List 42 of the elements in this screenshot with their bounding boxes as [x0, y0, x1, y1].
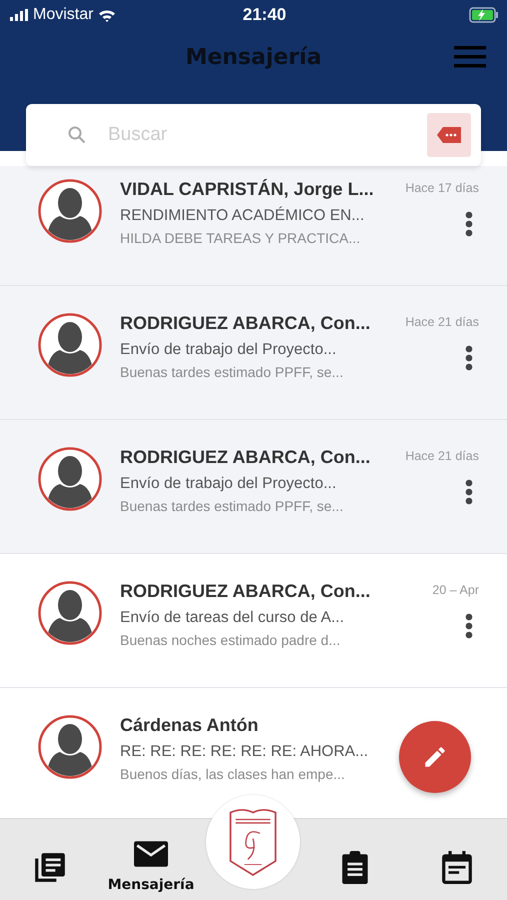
avatar-icon — [38, 313, 102, 377]
message-date: 20 – Apr — [432, 583, 479, 597]
wifi-icon — [98, 8, 116, 22]
message-subject: Envío de trabajo del Proyecto... — [120, 475, 338, 493]
avatar-icon — [38, 447, 102, 511]
message-row[interactable]: RODRIGUEZ ABARCA, Con... Envío de trabajo del Proyecto... Buenas tardes estimado PPFF, se... Hace 21 días — [0, 420, 507, 554]
sender-name: RODRIGUEZ ABARCA, Con... — [120, 581, 372, 602]
message-subject: RENDIMIENTO ACADÉMICO EN... — [120, 207, 366, 225]
calendar-icon — [440, 851, 474, 885]
avatar-icon — [38, 179, 102, 243]
message-date: Hace 21 días — [405, 315, 479, 329]
more-icon[interactable] — [465, 211, 473, 237]
signal-icon — [10, 9, 28, 21]
sender-name: VIDAL CAPRISTÁN, Jorge L... — [120, 179, 375, 200]
carrier-name: Movistar — [33, 6, 94, 24]
message-date: Hace 21 días — [405, 449, 479, 463]
search-icon — [68, 126, 86, 144]
sender-name: RODRIGUEZ ABARCA, Con... — [120, 313, 372, 334]
news-icon — [33, 851, 67, 885]
page-title: Mensajería — [185, 45, 322, 70]
shield-icon — [227, 806, 279, 878]
message-preview: Buenas noches estimado padre d... — [120, 632, 342, 648]
more-icon[interactable] — [465, 479, 473, 505]
more-icon[interactable] — [465, 613, 473, 639]
clock-time: 21:40 — [242, 5, 286, 25]
message-preview: HILDA DEBE TAREAS Y PRACTICA... — [120, 230, 362, 246]
avatar-icon — [38, 581, 102, 645]
sender-name: Cárdenas Antón — [120, 715, 260, 736]
message-row[interactable]: RODRIGUEZ ABARCA, Con... Envío de trabajo del Proyecto... Buenas tardes estimado PPFF, se... Hace 21 días — [0, 286, 507, 420]
message-row[interactable]: VIDAL CAPRISTÁN, Jorge L... RENDIMIENTO ACADÉMICO EN... HILDA DEBE TAREAS Y PRACTICA... Hace 17 días — [0, 166, 507, 286]
tag-icon[interactable] — [437, 127, 461, 143]
message-preview: Buenas tardes estimado PPFF, se... — [120, 364, 344, 380]
more-icon[interactable] — [465, 345, 473, 371]
message-subject: Envío de tareas del curso de A... — [120, 609, 346, 627]
message-subject: RE: RE: RE: RE: RE: RE: AHORA... — [120, 743, 370, 761]
avatar-icon — [38, 715, 102, 779]
message-subject: Envío de trabajo del Proyecto... — [120, 341, 338, 359]
nav-tab[interactable]: Mensajería — [100, 819, 202, 900]
sender-name: RODRIGUEZ ABARCA, Con... — [120, 447, 372, 468]
message-preview: Buenas tardes estimado PPFF, se... — [120, 498, 344, 514]
message-date: Hace 17 días — [405, 181, 479, 195]
message-preview: Buenos días, las clases han empe... — [120, 766, 346, 782]
